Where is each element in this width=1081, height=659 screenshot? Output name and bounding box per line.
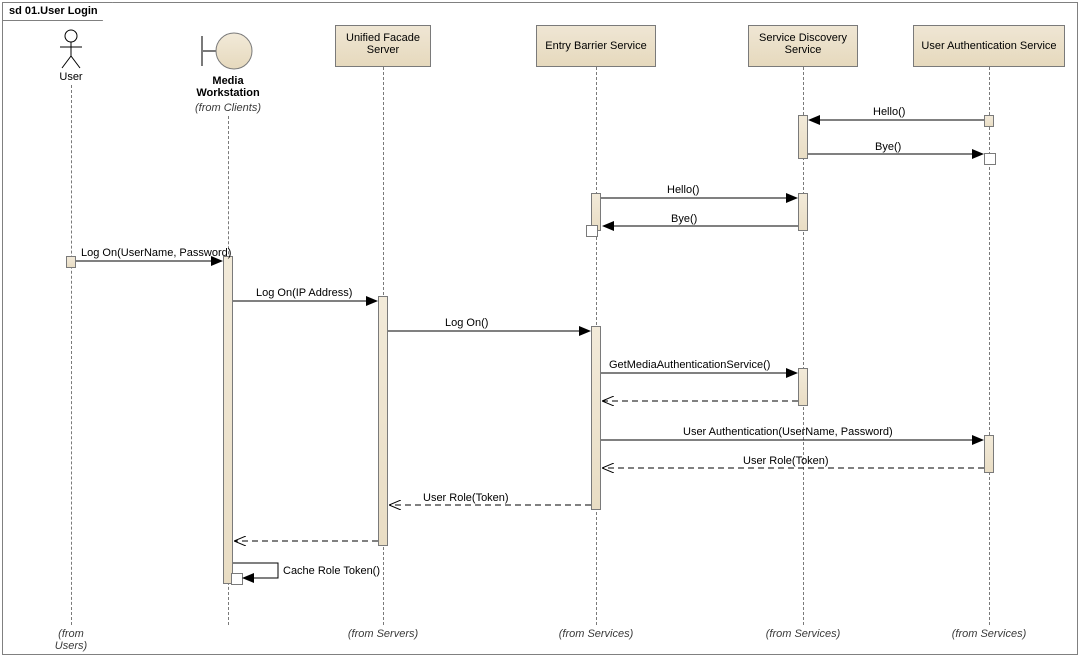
discovery-label: Service Discovery Service [759,32,847,56]
participant-auth: User Authentication Service [913,25,1065,67]
activation-auth-2 [984,435,994,473]
facade-from-label: (from Servers) [345,628,421,640]
participant-entry: Entry Barrier Service [536,25,656,67]
msg-logon-ip: Log On(IP Address) [256,287,352,299]
actor-user [56,28,86,73]
msg-logon-user: Log On(UserName, Password) [81,247,231,259]
msg-hello-1: Hello() [873,106,905,118]
self-marker-media-cache [231,573,243,585]
msg-role-2: User Role(Token) [423,492,509,504]
sequence-diagram-frame: sd 01.User Login User Media Workstation [2,2,1078,655]
activation-entry-2 [591,326,601,510]
participant-facade: Unified Facade Server [335,25,431,67]
participant-discovery: Service Discovery Service [748,25,858,67]
msg-role-1: User Role(Token) [743,455,829,467]
boundary-media-workstation [200,30,256,75]
entry-from-label: (from Services) [556,628,636,640]
msg-bye-1: Bye() [875,141,901,153]
lifeline-user [71,85,72,625]
self-marker-entry-bye [586,225,598,237]
msg-getmedia: GetMediaAuthenticationService() [609,359,770,371]
msg-logon: Log On() [445,317,488,329]
activation-facade-1 [378,296,388,546]
media-label-text: Media Workstation [196,75,259,99]
entry-label: Entry Barrier Service [545,40,646,52]
message-arrows [3,3,1079,656]
media-from-label: (from Clients) [193,102,263,114]
boundary-media-label: Media Workstation [195,75,261,99]
msg-userauth: User Authentication(UserName, Password) [683,426,893,438]
user-from-label: (from Users) [41,628,101,652]
facade-label: Unified Facade Server [346,32,420,56]
activation-disc-2 [798,193,808,231]
frame-title: sd 01.User Login [2,2,113,21]
auth-from-label: (from Services) [949,628,1029,640]
activation-disc-3 [798,368,808,406]
msg-hello-2: Hello() [667,184,699,196]
auth-label: User Authentication Service [921,40,1056,52]
activation-user-1 [66,256,76,268]
actor-user-label: User [59,71,83,83]
activation-disc-1 [798,115,808,159]
discovery-from-label: (from Services) [763,628,843,640]
activation-auth-1 [984,115,994,127]
activation-media-1 [223,256,233,584]
lifeline-auth [989,67,990,625]
msg-cache: Cache Role Token() [283,565,380,577]
self-marker-auth-bye [984,153,996,165]
msg-bye-2: Bye() [671,213,697,225]
